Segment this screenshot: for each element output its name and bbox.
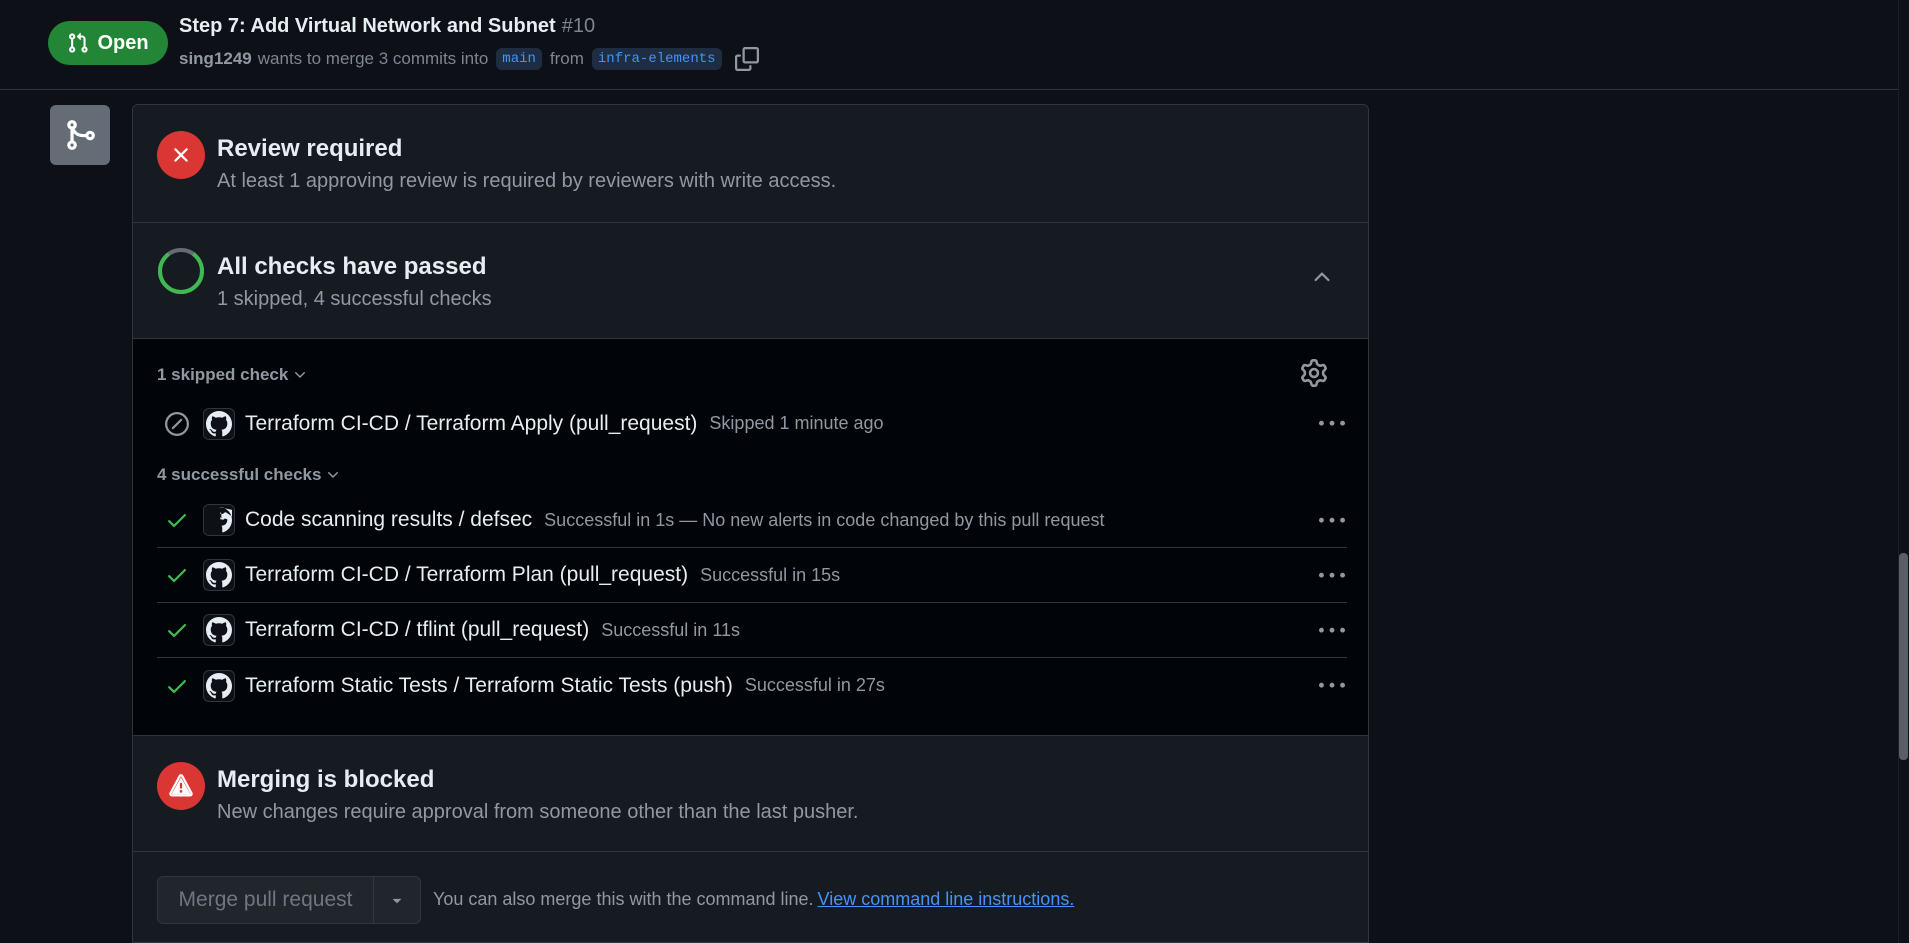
skipped-group-label: 1 skipped check [157, 365, 289, 384]
merge-button-group: Merge pull request [157, 876, 421, 924]
merging-blocked-description: New changes require approval from someon… [217, 801, 859, 823]
x-icon [157, 131, 205, 179]
kebab-horizontal-icon[interactable] [1317, 561, 1347, 591]
kebab-horizontal-icon[interactable] [1317, 506, 1347, 536]
git-merge-icon [50, 105, 110, 165]
triangle-down-icon [392, 898, 402, 904]
pr-number: #10 [561, 15, 596, 37]
successful-group-toggle[interactable]: 4 successful checks [157, 465, 341, 485]
github-logo-icon [203, 669, 235, 702]
kebab-horizontal-icon[interactable] [1317, 671, 1347, 701]
check-icon [163, 672, 191, 700]
from-text: from [549, 49, 584, 68]
check-name[interactable]: Terraform CI-CD / tflint (pull_request) [245, 618, 589, 642]
check-name[interactable]: Terraform CI-CD / Terraform Plan (pull_r… [245, 563, 688, 587]
chevron-down-icon [328, 472, 339, 478]
merging-blocked-section: Merging is blocked New changes require a… [133, 736, 1368, 852]
check-row-skipped[interactable]: Terraform CI-CD / Terraform Apply (pull_… [157, 396, 1347, 451]
skip-icon [163, 410, 191, 438]
merge-box: Review required At least 1 approving rev… [132, 104, 1369, 943]
check-meta: Successful in 27s [744, 675, 885, 695]
check-name[interactable]: Code scanning results / defsec [245, 508, 532, 532]
checks-list: 1 skipped check Terraform CI-CD / Terraf… [133, 339, 1368, 736]
github-logo-icon [203, 559, 235, 591]
command-line-text: You can also merge this with the command… [433, 889, 814, 909]
merge-pull-request-button[interactable]: Merge pull request [158, 877, 374, 923]
alert-icon [157, 762, 205, 810]
head-branch[interactable]: infra-elements [591, 48, 722, 70]
check-icon [163, 561, 191, 589]
skipped-group-toggle[interactable]: 1 skipped check [157, 365, 308, 385]
open-status-label: Open [97, 31, 149, 54]
progress-ring-icon [157, 247, 205, 295]
kebab-horizontal-icon[interactable] [1317, 616, 1347, 646]
open-status-badge: Open [48, 21, 168, 65]
check-name[interactable]: Terraform CI-CD / Terraform Apply (pull_… [245, 412, 697, 436]
page-scrollbar[interactable] [1898, 0, 1909, 943]
check-meta: Successful in 1s — No new alerts in code… [544, 509, 1105, 530]
pr-title-text: Step 7: Add Virtual Network and Subnet [179, 15, 556, 37]
review-required-section: Review required At least 1 approving rev… [133, 105, 1368, 223]
merge-options-dropdown[interactable] [374, 877, 420, 923]
pr-header: Open Step 7: Add Virtual Network and Sub… [0, 0, 1898, 90]
check-icon [163, 506, 191, 534]
check-meta: Successful in 11s [601, 619, 741, 640]
check-meta: Skipped 1 minute ago [709, 413, 884, 433]
checks-summary-title: All checks have passed [217, 253, 487, 280]
merge-description: wants to merge 3 commits into [257, 49, 489, 68]
gear-icon[interactable] [1300, 359, 1328, 387]
github-logo-icon [203, 614, 235, 646]
command-line-hint: You can also merge this with the command… [433, 889, 1074, 910]
check-row-success[interactable]: Terraform CI-CD / tflint (pull_request) … [157, 603, 1347, 658]
checks-summary-description: 1 skipped, 4 successful checks [217, 288, 492, 310]
pr-subtitle: sing1249 wants to merge 3 commits into m… [179, 46, 760, 72]
review-required-description: At least 1 approving review is required … [217, 170, 837, 192]
merging-blocked-title: Merging is blocked [217, 766, 435, 793]
check-meta: Successful in 15s [700, 564, 841, 585]
review-required-title: Review required [217, 135, 403, 162]
check-row-success[interactable]: Code scanning results / defsec Successfu… [157, 493, 1347, 548]
author-link[interactable]: sing1249 [179, 49, 252, 69]
checks-summary-section[interactable]: All checks have passed 1 skipped, 4 succ… [133, 223, 1368, 339]
check-row-success[interactable]: Terraform Static Tests / Terraform Stati… [157, 658, 1347, 713]
base-branch[interactable]: main [496, 48, 542, 70]
check-icon [163, 616, 191, 644]
chevron-down-icon [295, 372, 306, 378]
pr-title: Step 7: Add Virtual Network and Subnet #1… [179, 15, 595, 38]
pull-request-icon [69, 32, 89, 53]
github-logo-icon [203, 504, 235, 536]
github-logo-icon [203, 407, 235, 440]
command-line-instructions-link[interactable]: View command line instructions. [818, 889, 1075, 909]
copy-icon[interactable] [734, 46, 760, 72]
scrollbar-thumb[interactable] [1899, 553, 1908, 760]
successful-group-label: 4 successful checks [157, 465, 322, 484]
check-row-success[interactable]: Terraform CI-CD / Terraform Plan (pull_r… [157, 548, 1347, 603]
check-name[interactable]: Terraform Static Tests / Terraform Stati… [245, 674, 733, 698]
merge-actions-section: Merge pull request You can also merge th… [133, 852, 1368, 942]
kebab-horizontal-icon[interactable] [1317, 409, 1347, 439]
chevron-up-icon[interactable] [1310, 265, 1334, 289]
